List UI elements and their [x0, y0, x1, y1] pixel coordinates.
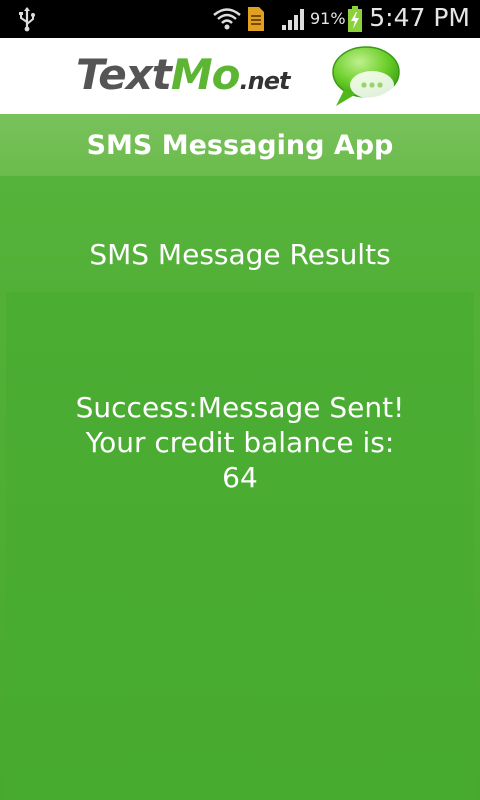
status-bar: 91% 5:47 PM: [0, 0, 480, 38]
wifi-icon: [213, 8, 241, 30]
textmo-logo: TextMo.net: [76, 38, 406, 114]
content-area: SMS Message Results Success:Message Sent…: [0, 176, 480, 800]
logo-text-part3: .net: [239, 67, 291, 95]
signal-icon: [282, 9, 304, 30]
app-title: SMS Messaging App: [86, 130, 394, 161]
screen: 91% 5:47 PM TextMo.net SMS Messaging App…: [0, 0, 480, 800]
logo-text-part1: Text: [76, 50, 172, 99]
battery-percent: 91%: [310, 9, 346, 28]
logo-text-part2: Mo: [170, 50, 241, 99]
credit-balance-label: Your credit balance is:: [85, 426, 395, 459]
title-bar: SMS Messaging App: [0, 114, 480, 176]
result-status: Success:Message Sent!: [75, 391, 405, 424]
usb-icon: [19, 7, 35, 32]
credit-balance-value: 64: [222, 461, 258, 494]
results-heading: SMS Message Results: [89, 238, 391, 271]
battery-charging-icon: [348, 6, 362, 32]
logo-text: TextMo.net: [76, 50, 290, 106]
result-message: Success:Message Sent! Your credit balanc…: [6, 390, 474, 495]
logo-header: TextMo.net: [0, 38, 480, 114]
clock: 5:47 PM: [369, 3, 470, 32]
results-panel: Success:Message Sent! Your credit balanc…: [6, 292, 474, 800]
sd-card-icon: [248, 7, 264, 31]
chat-bubble-icon: [332, 46, 400, 106]
